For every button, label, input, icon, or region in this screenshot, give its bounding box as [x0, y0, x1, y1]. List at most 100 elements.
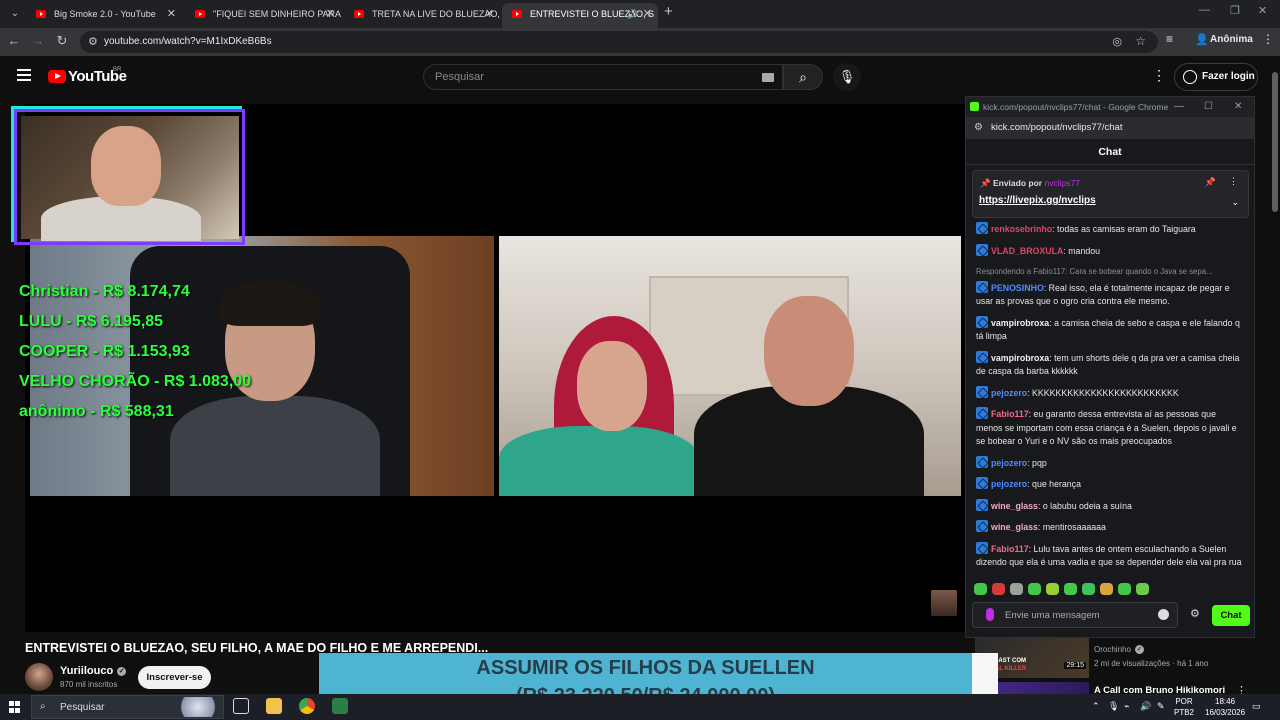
emote-icon[interactable] [1082, 583, 1095, 595]
youtube-logo-icon[interactable] [48, 70, 66, 83]
address-bar[interactable]: ⚙ youtube.com/watch?v=M1IxDKeB6Bs ◎ ☆ [80, 31, 1158, 53]
chat-username[interactable]: pejozero [991, 479, 1027, 489]
chat-send-button[interactable]: Chat [1212, 605, 1250, 626]
emote-icon[interactable] [1100, 583, 1113, 595]
site-info-icon[interactable]: ⚙ [974, 117, 983, 139]
close-window-icon[interactable]: ✕ [1234, 97, 1242, 117]
chat-username[interactable]: Fabio117 [991, 409, 1029, 419]
windows-start-icon[interactable] [9, 701, 21, 713]
new-tab-icon[interactable]: + [664, 3, 673, 20]
microphone-icon: 🎙 [838, 69, 856, 84]
file-explorer-icon[interactable] [266, 698, 282, 714]
speaker-icon[interactable]: 🔊 [627, 3, 638, 25]
reply-context[interactable]: Respondendo a Fabio117: Cara se bobear q… [976, 265, 1242, 279]
chat-username[interactable]: renkosebrinho [991, 224, 1052, 234]
chat-username[interactable]: vampirobroxa [991, 353, 1049, 363]
emoji-icon[interactable] [1158, 609, 1169, 620]
chat-settings-gear-icon[interactable]: ⚙ [1190, 607, 1200, 620]
pinned-username[interactable]: nvclips77 [1044, 178, 1079, 188]
chat-message-list[interactable]: renkosebrinho: todas as camisas eram do … [976, 222, 1242, 577]
site-info-icon[interactable]: ⚙ [88, 35, 98, 48]
url-text[interactable]: youtube.com/watch?v=M1IxDKeB6Bs [104, 36, 272, 47]
tab-media-icon[interactable]: ≡ [1166, 32, 1173, 46]
emote-icon[interactable] [1010, 583, 1023, 595]
eye-off-icon[interactable]: ◎ [1112, 35, 1122, 48]
popup-titlebar[interactable]: kick.com/popout/nvclips77/chat - Google … [966, 97, 1254, 117]
chat-message-input[interactable]: Envie uma mensagem [972, 602, 1178, 628]
chat-username[interactable]: vampirobroxa [991, 318, 1049, 328]
maximize-icon[interactable]: ☐ [1204, 97, 1213, 117]
bookmark-star-icon[interactable]: ☆ [1135, 34, 1146, 48]
app-icon[interactable] [332, 698, 348, 714]
language-indicator[interactable]: POR PTB2 [1174, 696, 1194, 718]
task-view-icon[interactable] [233, 698, 249, 714]
chat-username[interactable]: wine_glass [991, 501, 1038, 511]
maximize-icon[interactable]: ❐ [1230, 4, 1240, 17]
minimize-icon[interactable]: — [1199, 4, 1210, 16]
login-button[interactable]: Fazer login [1174, 63, 1258, 91]
pinned-menu-icon[interactable]: ⋮ [1229, 176, 1238, 187]
donation-entry: Christian - R$ 8.174,74 [19, 283, 190, 300]
subscriber-badge-icon [976, 455, 988, 468]
chrome-icon[interactable] [299, 698, 315, 714]
related-channel[interactable]: Orochinho ✓ [1094, 645, 1144, 654]
chat-message: pejozero: pqp [976, 455, 1242, 471]
emote-icon[interactable] [1028, 583, 1041, 595]
speaker-icon[interactable]: 🔊 [1140, 701, 1151, 712]
search-input[interactable]: Pesquisar [423, 64, 783, 90]
scrollbar-thumb[interactable] [1272, 72, 1278, 212]
close-tab-icon[interactable]: ✕ [643, 3, 652, 25]
popup-address-bar[interactable]: ⚙ kick.com/popout/nvclips77/chat [966, 117, 1254, 139]
chat-username[interactable]: pejozero [991, 388, 1027, 398]
tab-big-smoke[interactable]: Big Smoke 2.0 - YouTube ✕ [26, 3, 182, 25]
microphone-icon[interactable] [986, 608, 994, 621]
keyboard-icon[interactable] [762, 73, 774, 82]
tab-treta-na-live[interactable]: TRETA NA LIVE DO BLUEZAO, JE ✕ [344, 3, 500, 25]
forward-icon[interactable]: → [29, 33, 47, 48]
page-scrollbar[interactable] [1270, 62, 1280, 694]
channel-name[interactable]: Yuriilouco ✓ [60, 665, 127, 677]
emote-icon[interactable] [1046, 583, 1059, 595]
close-tab-icon[interactable]: ✕ [326, 3, 335, 25]
pinned-link[interactable]: https://livepix.gg/nvclips [979, 195, 1096, 206]
tray-app-icon[interactable]: ✎ [1157, 701, 1165, 712]
microphone-tray-icon[interactable]: 🎙 [1108, 701, 1119, 712]
chat-username[interactable]: VLAD_BROXULA [991, 246, 1063, 256]
close-tab-icon[interactable]: ✕ [167, 3, 176, 25]
usb-icon[interactable]: ⌁ [1124, 701, 1129, 712]
tray-chevron-icon[interactable]: ⌃ [1092, 701, 1100, 712]
chat-username[interactable]: Fabio117 [991, 544, 1029, 554]
chat-username[interactable]: PENOSINHO [991, 283, 1044, 293]
close-window-icon[interactable]: ✕ [1258, 4, 1267, 17]
minimize-icon[interactable]: — [1174, 97, 1184, 117]
system-clock[interactable]: 18:46 16/03/2026 [1205, 696, 1245, 718]
subscribe-button[interactable]: Inscrever-se [138, 666, 211, 689]
clock-date: 16/03/2026 [1205, 708, 1246, 717]
taskbar-search[interactable]: ⌕ Pesquisar [31, 695, 224, 719]
menu-icon[interactable] [17, 69, 31, 81]
emote-icon[interactable] [992, 583, 1005, 595]
back-icon[interactable]: ← [5, 33, 23, 48]
tab-search-icon[interactable]: ⌄ [6, 5, 24, 23]
chat-username[interactable]: pejozero [991, 458, 1027, 468]
subscriber-count: 870 mil inscritos [60, 680, 118, 689]
close-tab-icon[interactable]: ✕ [485, 3, 494, 25]
browser-menu-icon[interactable]: ⋮ [1262, 32, 1274, 46]
emote-icon[interactable] [974, 583, 987, 595]
profile-label[interactable]: Anônima [1210, 34, 1253, 45]
chat-message-text: : mentirosaaaaaa [1037, 522, 1106, 532]
reload-icon[interactable]: ↻ [53, 33, 71, 49]
voice-search-button[interactable]: 🎙 [833, 63, 861, 91]
settings-kebab-icon[interactable]: ⋮ [1152, 67, 1166, 84]
tab-entrevistei-o-bluezao[interactable]: ENTREVISTEI O BLUEZAO, S 🔊 ✕ [502, 3, 658, 28]
notification-icon[interactable]: ▭ [1252, 701, 1261, 712]
chat-username[interactable]: wine_glass [991, 522, 1038, 532]
channel-avatar[interactable] [25, 663, 53, 691]
emote-icon[interactable] [1118, 583, 1131, 595]
emote-icon[interactable] [1064, 583, 1077, 595]
tab-fiquei-sem-dinheiro[interactable]: "FIQUEI SEM DINHEIRO PARA V ✕ [185, 3, 341, 25]
search-button[interactable]: ⌕ [783, 64, 823, 90]
emote-icon[interactable] [1136, 583, 1149, 595]
chevron-down-icon[interactable]: ⌄ [1231, 197, 1239, 208]
unpin-icon[interactable]: 📌 [1205, 177, 1216, 188]
